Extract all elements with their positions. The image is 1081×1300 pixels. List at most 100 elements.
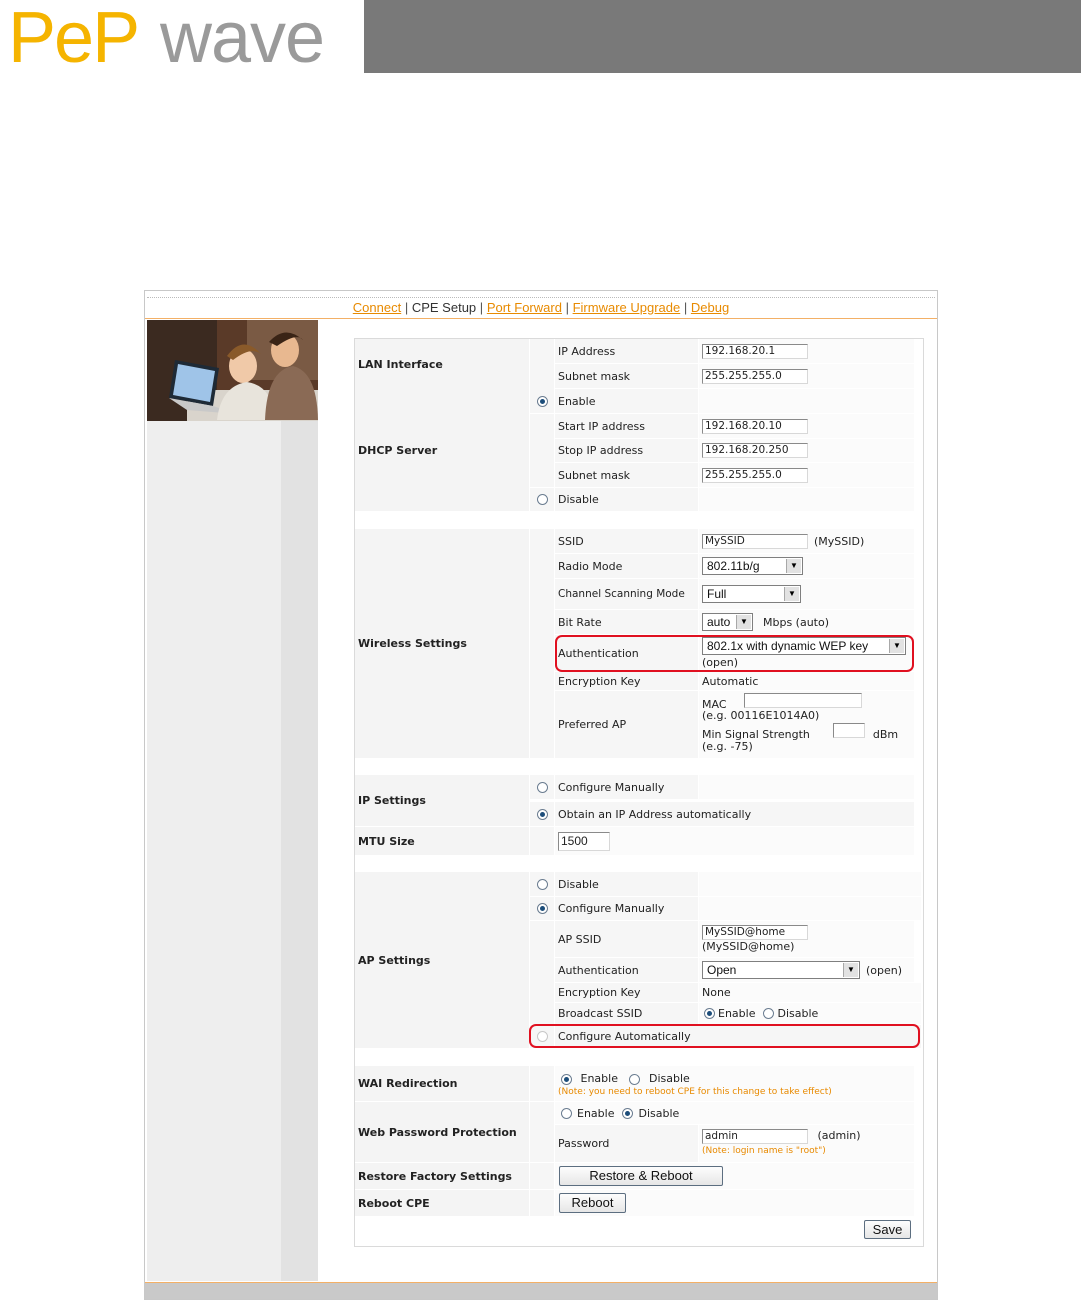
ap-ssid-label: AP SSID [555,921,698,957]
nav-separator: | [404,300,409,315]
lan-ip-label: IP Address [555,339,698,363]
ip-settings-label: IP Settings [355,775,529,826]
lan-option-cell [530,339,554,389]
wai-redirection-label: WAI Redirection [355,1066,529,1101]
encryption-key-value: Automatic [699,672,914,690]
cpe-frame: Connect | CPE Setup | Port Forward | Fir… [144,290,938,1300]
bit-rate-select[interactable]: auto ▼ [702,613,753,631]
logo-wave-text: wave [160,0,325,78]
wireless-settings-label: Wireless Settings [355,529,529,758]
nav-port-forward-link[interactable]: Port Forward [487,300,562,315]
dhcp-server-label: DHCP Server [355,389,529,511]
dhcp-stop-input[interactable]: 192.168.20.250 [702,443,808,458]
nav-connect-link[interactable]: Connect [353,300,401,315]
mac-example: (e.g. 00116E1014A0) [702,709,820,722]
webpw-enable-radio[interactable] [561,1107,572,1119]
nav-separator: | [565,300,569,315]
broadcast-ssid-label: Broadcast SSID [555,1003,698,1024]
configure-auto-highlight [529,1024,920,1048]
ap-disable-radio[interactable] [536,878,548,890]
radio-mode-cell: 802.11b/g ▼ [699,554,914,578]
signal-example: (e.g. -75) [702,740,753,753]
ap-auth-hint: (open) [866,963,903,977]
nav-firmware-upgrade-link[interactable]: Firmware Upgrade [573,300,681,315]
webpw-disable-radio[interactable] [622,1107,634,1119]
dhcp-start-input[interactable]: 192.168.20.10 [702,418,808,434]
dhcp-mask-input[interactable]: 255.255.255.0 [702,467,808,483]
nav-debug-link[interactable]: Debug [691,300,729,315]
dhcp-stop-label: Stop IP address [555,439,698,462]
password-input[interactable]: admin [702,1129,808,1144]
dhcp-enable-cell [530,389,554,413]
ssid-input[interactable]: MySSID [702,533,808,549]
broadcast-enable-radio[interactable] [704,1008,715,1019]
ip-manual-label: Configure Manually [555,775,698,799]
bit-rate-value: auto [707,615,731,629]
radio-mode-select[interactable]: 802.11b/g ▼ [702,557,803,575]
ap-enc-label: Encryption Key [555,983,698,1002]
ap-disable-label: Disable [555,872,698,896]
ap-manual-cell [530,897,554,920]
wai-disable-radio[interactable] [629,1073,641,1085]
pepwave-logo: PeP wave [8,0,358,78]
dhcp-option-cell [530,414,554,487]
lan-ip-cell: 192.168.20.1 [699,339,914,363]
lan-mask-cell: 255.255.255.0 [699,364,914,388]
signal-input[interactable] [833,723,866,738]
broadcast-disable-radio[interactable] [763,1008,775,1019]
radio-mode-label: Radio Mode [555,554,698,578]
webpw-disable-label: Disable [638,1106,680,1120]
wai-cell: Enable Disable (Note: you need to reboot… [555,1066,914,1101]
ip-manual-radio[interactable] [536,781,548,793]
wireless-option-cell [530,529,554,758]
ip-auto-radio[interactable] [536,808,548,820]
dhcp-enable-radio[interactable] [536,395,548,407]
top-divider [147,297,935,298]
web-password-label: Web Password Protection [355,1102,529,1162]
dhcp-mask-cell: 255.255.255.0 [699,463,914,487]
channel-scan-label: Channel Scanning Mode [555,579,698,609]
reboot-button[interactable]: Reboot [559,1193,626,1213]
lan-mask-input[interactable]: 255.255.255.0 [702,368,808,384]
mtu-option-cell [530,827,554,855]
ap-settings-label: AP Settings [355,872,529,1048]
webpw-enable-label: Enable [577,1106,615,1120]
lan-ip-input[interactable]: 192.168.20.1 [702,343,808,359]
encryption-key-label: Encryption Key [555,672,698,690]
radio-mode-value: 802.11b/g [707,559,760,573]
chevron-down-icon: ▼ [843,963,858,977]
password-hint: (admin) [817,1129,861,1142]
ap-manual-radio[interactable] [536,903,548,914]
authentication-highlight [555,635,914,672]
user-photo [147,320,318,421]
broadcast-enable-label: Enable [718,1007,756,1020]
nav-cpe-setup: CPE Setup [411,300,477,315]
restore-factory-label: Restore Factory Settings [355,1163,529,1189]
save-button[interactable]: Save [864,1220,911,1239]
dhcp-disable-radio[interactable] [536,494,548,505]
mtu-input[interactable]: 1500 [558,831,610,851]
ap-option-cell [530,921,554,1024]
password-cell: admin (admin) (Note: login name is "root… [699,1125,914,1162]
ip-manual-cell [530,775,554,799]
dhcp-mask-label: Subnet mask [555,463,698,487]
mac-input[interactable] [744,693,863,708]
ssid-hint: (MySSID) [814,534,865,548]
channel-scan-select[interactable]: Full ▼ [702,585,801,603]
restore-cell: Restore & Reboot [555,1163,914,1189]
signal-unit: dBm [872,728,899,741]
preferred-ap-label: Preferred AP [555,691,698,758]
mtu-size-label: MTU Size [355,827,529,855]
wai-enable-radio[interactable] [561,1073,572,1085]
ap-ssid-input[interactable]: MySSID@home [702,925,808,940]
ap-auth-select[interactable]: Open ▼ [702,961,860,979]
mtu-cell: 1500 [555,827,914,855]
lan-interface-label: LAN Interface [355,339,529,389]
restore-reboot-button[interactable]: Restore & Reboot [559,1166,723,1186]
chevron-down-icon: ▼ [786,559,801,573]
ip-auto-cell [530,802,554,826]
dhcp-enable-label: Enable [555,389,698,413]
left-sidebar [147,421,318,1281]
dhcp-start-cell: 192.168.20.10 [699,414,914,438]
password-label: Password [555,1125,698,1162]
